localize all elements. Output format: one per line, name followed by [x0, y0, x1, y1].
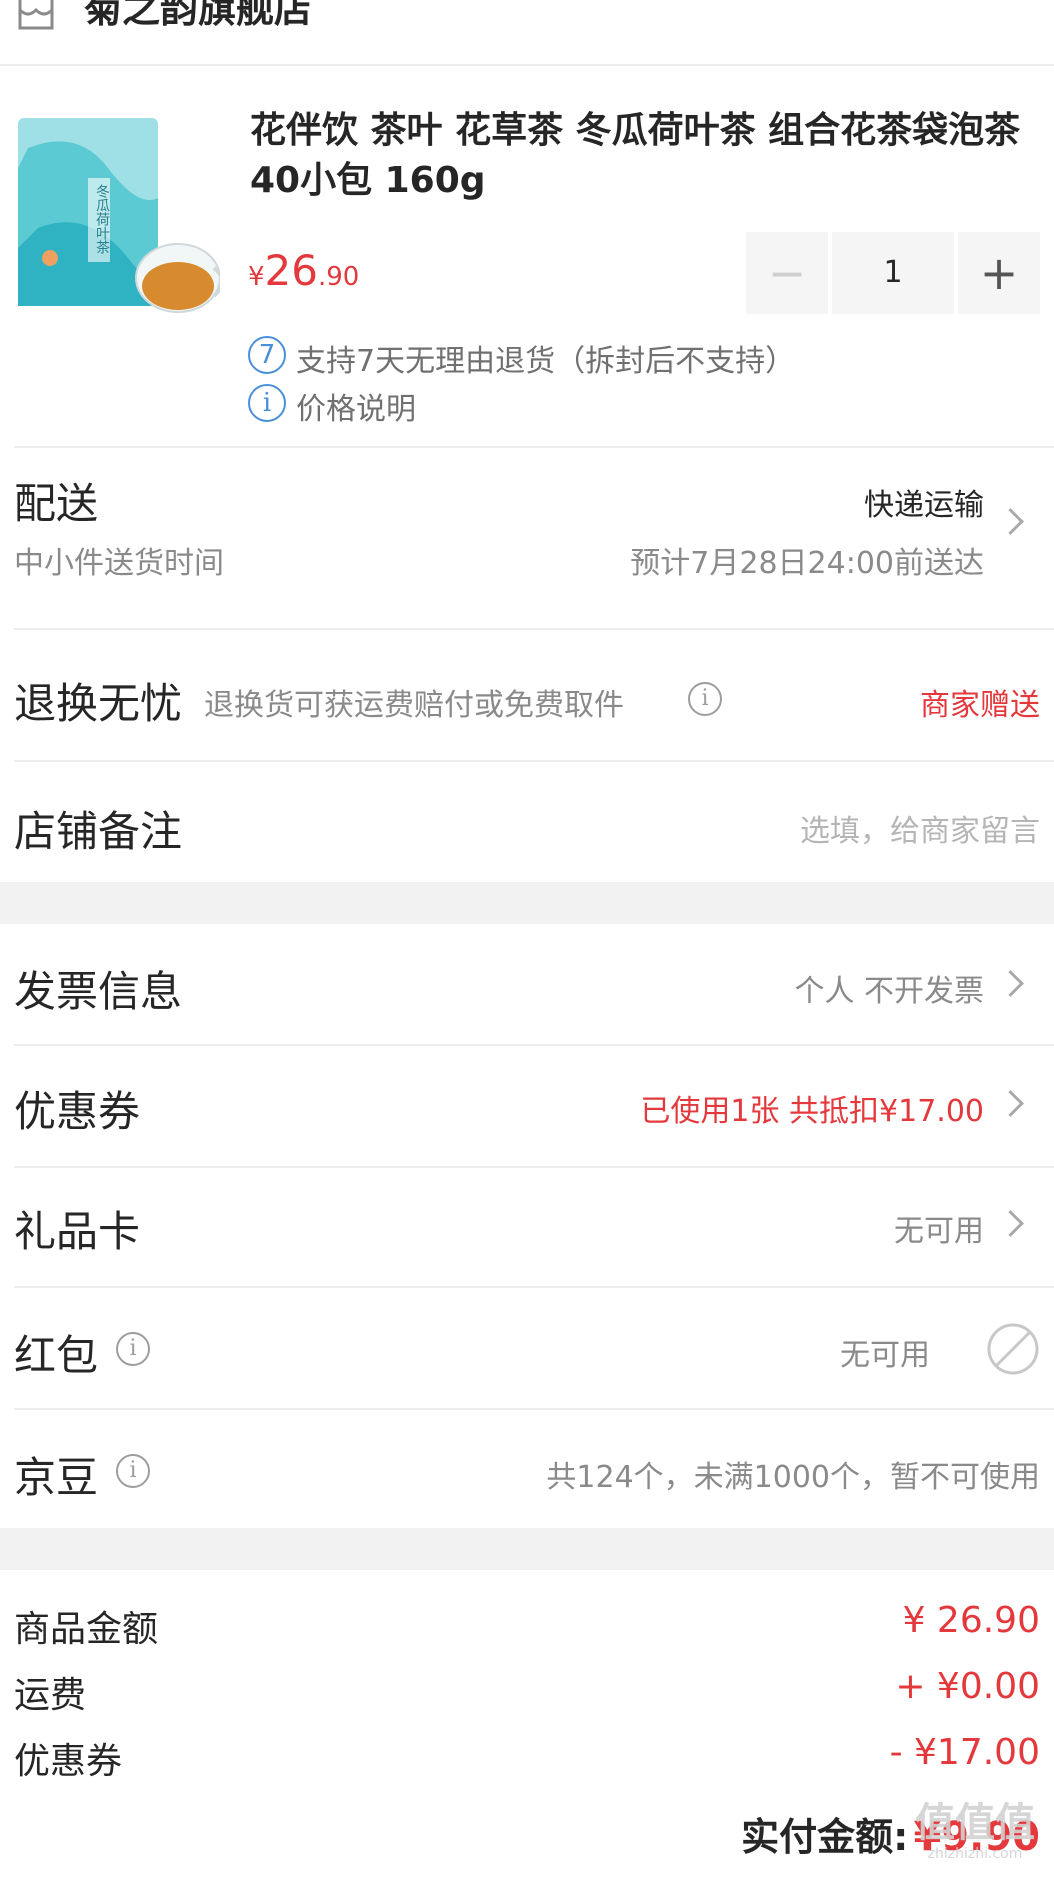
summary-value: - ¥17.00	[889, 1732, 1040, 1773]
payment-options-card: 发票信息 个人 不开发票 优惠券 已使用1张 共抵扣¥17.00 礼品卡 无可用…	[0, 924, 1054, 1528]
watermark: 值值值 zhizhizhi.com	[900, 1800, 1050, 1878]
summary-value: + ¥0.00	[895, 1666, 1040, 1707]
summary-label: 商品金额	[14, 1609, 159, 1650]
price-note[interactable]: 价格说明	[296, 384, 416, 428]
returns-label: 退换无忧	[14, 679, 183, 728]
delivery-method: 快递运输	[864, 488, 984, 523]
summary-row-shipping: 运费 + ¥0.00	[0, 1666, 1054, 1720]
delivery-sub-label: 中小件送货时间	[14, 546, 224, 581]
jingdou-row: 京豆 i 共124个，未满1000个，暂不可使用	[0, 1410, 1054, 1528]
coupon-row[interactable]: 优惠券 已使用1张 共抵扣¥17.00	[0, 1046, 1054, 1166]
redpacket-label: 红包	[14, 1331, 99, 1380]
product-title[interactable]: 花伴饮 茶叶 花草茶 冬瓜荷叶茶 组合花茶袋泡茶 40小包 160g	[250, 106, 1030, 206]
chevron-right-icon	[997, 970, 1024, 997]
shop-header: 菊之韵旗舰店	[0, 0, 1054, 66]
product-price: ¥26.90	[248, 246, 359, 295]
return-policy: 支持7天无理由退货（拆封后不支持）	[296, 344, 796, 379]
summary-label: 优惠券	[14, 1741, 123, 1782]
returns-row[interactable]: 退换无忧 退换货可获运费赔付或免费取件 i 商家赠送	[0, 630, 1054, 762]
watermark-logo: 值值值	[915, 1800, 1035, 1846]
info-icon[interactable]: i	[688, 682, 722, 716]
product-package-text: 冬瓜荷叶茶	[94, 184, 110, 254]
chevron-right-icon	[997, 508, 1024, 535]
redpacket-row: 红包 i 无可用	[0, 1288, 1054, 1408]
invoice-value: 个人 不开发票	[794, 974, 984, 1009]
giftcard-value: 无可用	[894, 1214, 984, 1249]
price-decimal: .90	[318, 262, 360, 292]
returns-desc: 退换货可获运费赔付或免费取件	[204, 688, 624, 723]
chevron-right-icon	[997, 1210, 1024, 1237]
chevron-right-icon	[997, 1090, 1024, 1117]
shop-icon	[16, 0, 56, 38]
summary-row-goods: 商品金额 ¥ 26.90	[0, 1600, 1054, 1654]
return-badge-icon: 7	[248, 336, 286, 374]
info-icon[interactable]: i	[116, 1332, 150, 1366]
summary-row-coupon: 优惠券 - ¥17.00	[0, 1732, 1054, 1786]
jingdou-label: 京豆	[14, 1453, 99, 1502]
invoice-label: 发票信息	[14, 967, 183, 1016]
price-currency: ¥	[248, 262, 265, 292]
price-info-icon[interactable]: i	[248, 384, 286, 422]
giftcard-label: 礼品卡	[14, 1207, 141, 1256]
price-integer: 26	[264, 246, 318, 295]
delivery-eta: 预计7月28日24:00前送达	[630, 546, 984, 581]
shop-note-label: 店铺备注	[14, 807, 183, 856]
product-image[interactable]: 冬瓜荷叶茶	[18, 108, 224, 316]
summary-value: ¥ 26.90	[902, 1600, 1040, 1641]
delivery-label: 配送	[14, 479, 99, 528]
total-label: 实付金额:	[741, 1815, 909, 1859]
coupon-label: 优惠券	[14, 1087, 141, 1136]
invoice-row[interactable]: 发票信息 个人 不开发票	[0, 924, 1054, 1044]
info-icon[interactable]: i	[116, 1454, 150, 1488]
shop-note-input[interactable]: 选填，给商家留言	[800, 806, 1040, 850]
giftcard-row[interactable]: 礼品卡 无可用	[0, 1168, 1054, 1286]
summary-card: 商品金额 ¥ 26.90 运费 + ¥0.00 优惠券 - ¥17.00 实付金…	[0, 1570, 1054, 1880]
redpacket-value: 无可用	[840, 1338, 930, 1373]
delivery-row[interactable]: 配送 中小件送货时间 快递运输 预计7月28日24:00前送达	[0, 448, 1054, 590]
returns-status: 商家赠送	[920, 688, 1040, 723]
decrease-button[interactable]: −	[746, 232, 828, 314]
shop-note-row: 店铺备注 选填，给商家留言	[0, 762, 1054, 882]
watermark-url: zhizhizhi.com	[927, 1846, 1023, 1862]
shop-name[interactable]: 菊之韵旗舰店	[84, 0, 312, 33]
increase-button[interactable]: +	[958, 232, 1040, 314]
summary-label: 运费	[14, 1675, 87, 1716]
order-card: 冬瓜荷叶茶 花伴饮 茶叶 花草茶 冬瓜荷叶茶 组合花茶袋泡茶 40小包 160g…	[0, 66, 1054, 882]
jingdou-value: 共124个，未满1000个，暂不可使用	[546, 1460, 1040, 1495]
coupon-value: 已使用1张 共抵扣¥17.00	[640, 1094, 984, 1129]
quantity-value[interactable]: 1	[832, 232, 954, 314]
disabled-icon	[986, 1322, 1040, 1376]
quantity-stepper: − 1 +	[746, 232, 1040, 314]
